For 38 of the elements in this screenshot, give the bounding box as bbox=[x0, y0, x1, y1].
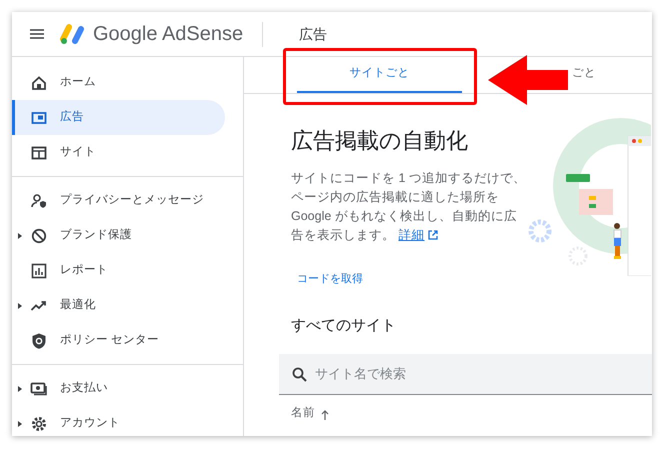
browser-window-icon bbox=[30, 144, 48, 162]
external-link-icon[interactable] bbox=[428, 230, 438, 240]
sidebar-item[interactable]: 広告 bbox=[12, 100, 225, 135]
sidebar-item[interactable]: ポリシー センター bbox=[12, 323, 225, 358]
get-code-button[interactable]: コードを取得 bbox=[291, 265, 369, 293]
sidebar-item[interactable]: ブランド保護 bbox=[12, 218, 225, 253]
sidebar-item[interactable]: ホーム bbox=[12, 65, 225, 100]
details-link[interactable]: 詳細 bbox=[398, 228, 424, 242]
tab[interactable]: サイトごと bbox=[297, 57, 462, 93]
bar-chart-icon bbox=[30, 262, 48, 280]
description-text: サイトにコードを 1 つ追加するだけで、ページ内の広告掲載に適した場所を Google がもれなく検出し、自動的に広告を表示します。 詳細 bbox=[291, 170, 526, 244]
logo-icon bbox=[60, 23, 86, 45]
sidebar-item[interactable]: プライバシーとメッセージ bbox=[12, 183, 225, 218]
shield-icon bbox=[30, 332, 48, 350]
search-field[interactable]: サイト名で検索 bbox=[279, 354, 652, 394]
expand-caret-icon[interactable] bbox=[18, 386, 22, 392]
section-heading: すべてのサイト bbox=[291, 316, 397, 336]
home-icon bbox=[30, 74, 48, 92]
column-header[interactable]: 名前 bbox=[291, 404, 329, 422]
block-icon bbox=[30, 226, 48, 244]
menu-icon[interactable] bbox=[30, 29, 44, 39]
expand-caret-icon[interactable] bbox=[18, 420, 22, 426]
sidebar-item[interactable]: レポート bbox=[12, 253, 225, 288]
sort-arrow-icon[interactable] bbox=[321, 410, 329, 420]
expand-caret-icon[interactable] bbox=[18, 302, 22, 308]
sidebar-item[interactable]: アカウント bbox=[12, 406, 225, 436]
search-icon bbox=[292, 366, 307, 382]
sidebar-item[interactable]: お支払い bbox=[12, 371, 225, 406]
page-title: 広告 bbox=[299, 24, 328, 44]
money-card-icon bbox=[30, 380, 48, 398]
tab[interactable]: ごと bbox=[462, 57, 627, 93]
app-name: Google AdSense bbox=[93, 22, 244, 47]
section-title: 広告掲載の自動化 bbox=[291, 127, 469, 155]
sidebar-item[interactable]: サイト bbox=[12, 135, 225, 170]
expand-caret-icon[interactable] bbox=[18, 232, 22, 238]
person-shield-icon bbox=[30, 192, 48, 210]
gear-icon bbox=[30, 414, 48, 432]
sidebar-item[interactable]: 最適化 bbox=[12, 288, 225, 323]
